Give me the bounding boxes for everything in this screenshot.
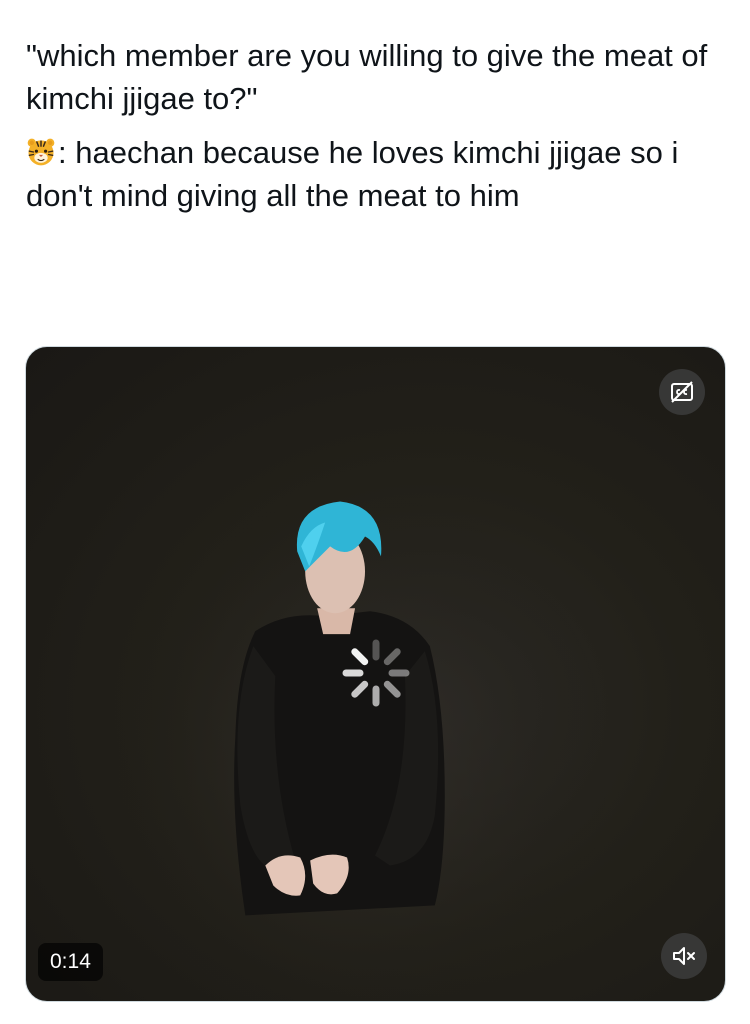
closed-captions-off-icon <box>671 381 693 403</box>
video-timestamp: 0:14 <box>38 943 103 981</box>
captions-button[interactable] <box>659 369 705 415</box>
mute-button[interactable] <box>661 933 707 979</box>
tweet-text: "which member are you willing to give th… <box>26 34 726 217</box>
video-player[interactable]: 0:14 <box>25 346 726 1002</box>
speaker-muted-icon <box>673 947 695 965</box>
question-text: "which member are you willing to give th… <box>26 38 708 116</box>
answer-line: : haechan because he loves kimchi jjigae… <box>26 131 726 217</box>
tiger-face-icon <box>27 138 55 166</box>
loading-spinner-icon <box>342 639 410 707</box>
answer-text: : haechan because he loves kimchi jjigae… <box>26 135 679 213</box>
